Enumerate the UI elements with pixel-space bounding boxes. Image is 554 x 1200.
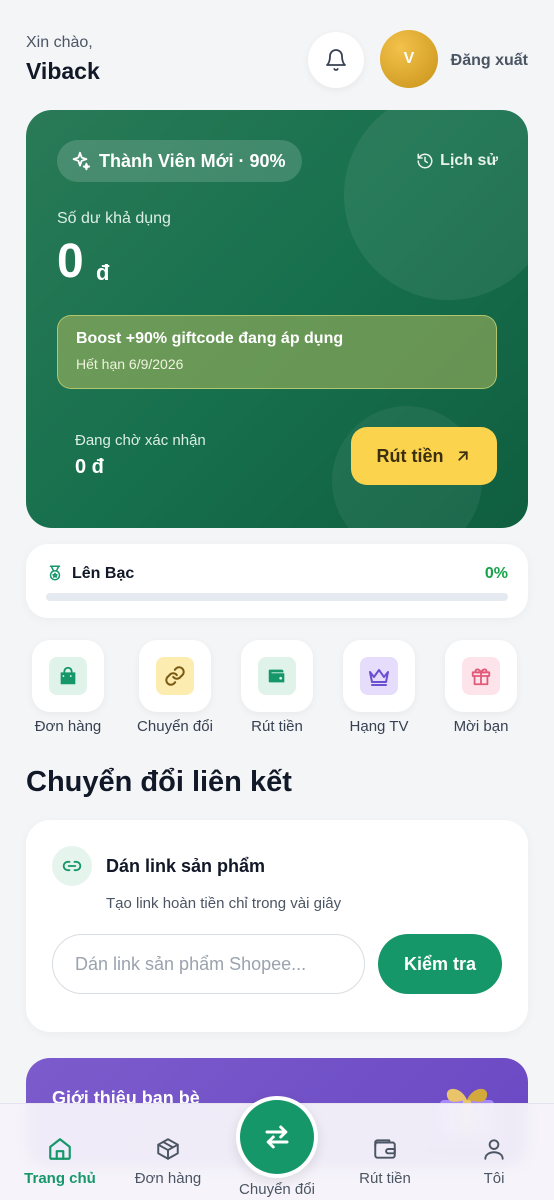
quick-action-tile [139,640,211,712]
username: Viback [26,58,100,84]
tab-orders[interactable]: Đơn hàng [118,1134,218,1187]
sparkle-icon [72,151,91,171]
pending-amount: 0 đ [75,456,104,478]
wallet-icon [268,669,285,683]
gift-icon [471,668,491,686]
convert-fab [240,1100,314,1174]
avatar-initial: V [403,50,415,67]
currency-symbol: đ [96,260,110,285]
quick-action-orders[interactable]: Đơn hàng [18,640,118,735]
logout-button[interactable]: Đăng xuất [451,52,528,70]
box-icon [157,1138,179,1160]
tab-withdraw-label: Rút tiền [359,1170,411,1187]
user-icon [484,1139,504,1160]
link-icon [165,666,185,686]
quick-action-icon-bg [49,657,87,695]
level-progress-bar [46,593,508,601]
level-progress-card[interactable]: Lên Bạc 0% [26,544,528,618]
crown-icon [369,669,389,686]
quick-action-icon-bg [156,657,194,695]
check-button[interactable]: Kiểm tra [378,934,502,994]
quick-action-invite[interactable]: Mời bạn [431,640,531,735]
quick-action-label: Hạng TV [349,718,409,735]
link-icon [62,860,82,872]
history-icon [417,153,433,169]
tier-label: Thành Viên Mới · 90% [99,150,286,171]
convert-subtitle: Tạo link hoàn tiền chỉ trong vài giây [106,895,342,912]
tier-badge[interactable]: Thành Viên Mới · 90% [57,140,302,182]
quick-action-icon-bg [360,657,398,695]
decorative-circle [344,110,528,300]
quick-actions: Đơn hàng Chuyển đổi Rút tiền Hạng TV Mời… [26,640,528,740]
convert-title: Dán link sản phẩm [106,856,266,876]
boost-banner: Boost +90% giftcode đang áp dụng Hết hạn… [57,315,497,389]
quick-action-tile [32,640,104,712]
medal-icon [49,565,61,581]
available-balance-label: Số dư khả dụng [57,210,171,227]
convert-fab-button[interactable] [236,1096,318,1178]
avatar[interactable]: V [380,30,438,88]
shopping-bag-icon [60,666,76,685]
tab-convert-label[interactable]: Chuyển đổi [227,1181,327,1198]
bell-icon [326,49,346,71]
quick-action-icon-bg [258,657,296,695]
link-convert-card: Dán link sản phẩm Tạo link hoàn tiền chỉ… [26,820,528,1032]
header: Xin chào, Viback V Đăng xuất [26,30,528,90]
quick-action-convert[interactable]: Chuyển đổi [125,640,225,735]
boost-expiry: Hết hạn 6/9/2026 [76,356,184,372]
quick-action-label: Rút tiền [251,718,303,735]
product-link-input[interactable] [52,934,365,994]
tab-me-label: Tôi [483,1170,505,1187]
quick-action-tile [343,640,415,712]
withdraw-label: Rút tiền [376,445,444,466]
wallet-icon [374,1139,396,1159]
notifications-button[interactable] [308,32,364,88]
quick-action-label: Đơn hàng [34,718,102,735]
quick-action-tile [241,640,313,712]
quick-action-label: Chuyển đổi [137,718,213,735]
tab-orders-label: Đơn hàng [134,1170,202,1187]
section-title: Chuyển đổi liên kết [26,766,292,798]
arrow-up-right-icon [457,451,468,461]
history-link[interactable]: Lịch sử [416,152,498,170]
history-label: Lịch sử [440,152,498,169]
quick-action-tier[interactable]: Hạng TV [329,640,429,735]
available-balance-amount: 0 [57,235,84,288]
swap-arrows-icon [265,1125,289,1149]
level-percent: 0% [484,565,508,582]
tab-withdraw[interactable]: Rút tiền [335,1134,435,1187]
quick-action-withdraw[interactable]: Rút tiền [227,640,327,735]
link-icon-badge [52,846,92,886]
withdraw-button[interactable]: Rút tiền [351,427,497,485]
greeting-text: Xin chào, [26,34,93,51]
tab-home-label: Trang chủ [24,1170,96,1187]
pending-label: Đang chờ xác nhận [75,432,206,449]
tab-me[interactable]: Tôi [444,1134,544,1187]
quick-action-tile [445,640,517,712]
balance-card: Thành Viên Mới · 90% Lịch sử Số dư khả d… [26,110,528,528]
home-icon [49,1138,71,1160]
tab-home[interactable]: Trang chủ [10,1134,110,1187]
level-name: Lên Bạc [72,565,135,582]
quick-action-icon-bg [462,657,500,695]
quick-action-label: Mời bạn [453,718,509,735]
bottom-tab-bar: Trang chủ Đơn hàng Chuyển đổi Rút tiền T… [0,1096,554,1200]
boost-title: Boost +90% giftcode đang áp dụng [76,330,344,347]
